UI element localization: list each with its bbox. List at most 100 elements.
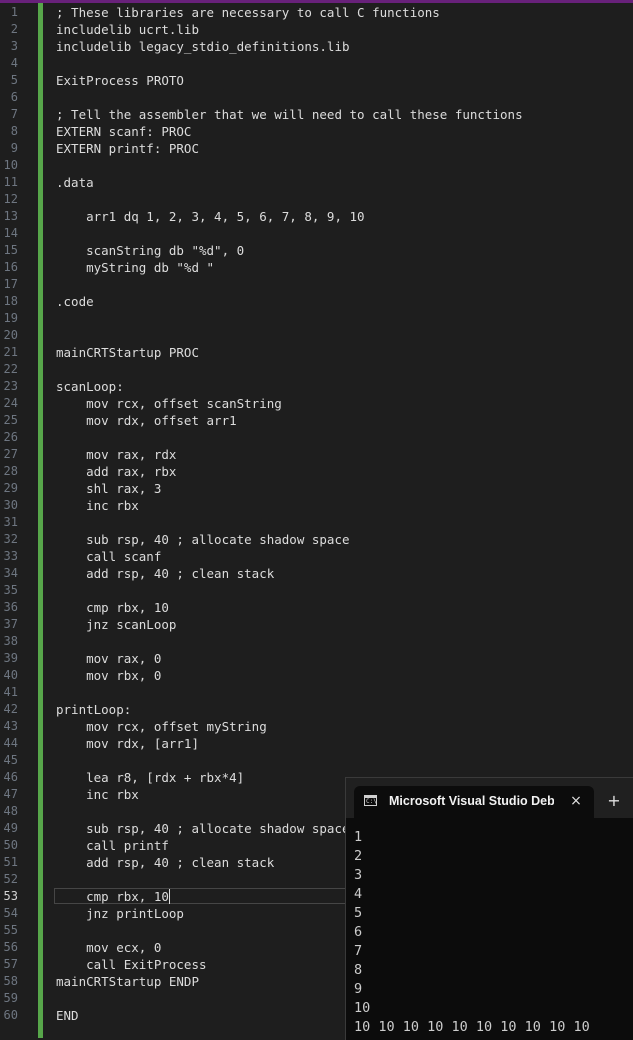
- code-line[interactable]: 30 inc rbx: [0, 497, 633, 514]
- code-line[interactable]: 21 mainCRTStartup PROC: [0, 344, 633, 361]
- code-text[interactable]: mov rdx, [arr1]: [56, 735, 199, 752]
- code-text[interactable]: mov rax, rdx: [56, 446, 176, 463]
- code-text[interactable]: inc rbx: [56, 786, 139, 803]
- code-line[interactable]: 32 sub rsp, 40 ; allocate shadow space: [0, 531, 633, 548]
- code-line[interactable]: 38: [0, 633, 633, 650]
- code-text[interactable]: cmp rbx, 10: [56, 888, 169, 905]
- console-output-line: 10: [354, 1000, 371, 1016]
- code-text[interactable]: mov ecx, 0: [56, 939, 161, 956]
- debug-console-tab[interactable]: C:\ Microsoft Visual Studio Debug Consol…: [354, 786, 594, 818]
- code-text[interactable]: myString db "%d ": [56, 259, 214, 276]
- code-line[interactable]: 11 .data: [0, 174, 633, 191]
- code-text[interactable]: call scanf: [56, 548, 161, 565]
- code-text[interactable]: mov rcx, offset myString: [56, 718, 267, 735]
- code-text[interactable]: add rax, rbx: [56, 463, 176, 480]
- code-line[interactable]: 8 EXTERN scanf: PROC: [0, 123, 633, 140]
- code-line[interactable]: 29 shl rax, 3: [0, 480, 633, 497]
- code-line[interactable]: 16 myString db "%d ": [0, 259, 633, 276]
- code-line[interactable]: 28 add rax, rbx: [0, 463, 633, 480]
- code-line[interactable]: 19: [0, 310, 633, 327]
- code-text[interactable]: ; These libraries are necessary to call …: [56, 4, 440, 21]
- code-line[interactable]: 26: [0, 429, 633, 446]
- code-text[interactable]: sub rsp, 40 ; allocate shadow space: [56, 531, 349, 548]
- code-text[interactable]: mainCRTStartup ENDP: [56, 973, 199, 990]
- code-text[interactable]: includelib legacy_stdio_definitions.lib: [56, 38, 350, 55]
- line-number: 31: [3, 515, 18, 529]
- code-line[interactable]: 39 mov rax, 0: [0, 650, 633, 667]
- code-text[interactable]: call printf: [56, 837, 169, 854]
- code-text[interactable]: EXTERN scanf: PROC: [56, 123, 191, 140]
- code-text[interactable]: sub rsp, 40 ; allocate shadow space: [56, 820, 349, 837]
- code-text[interactable]: ExitProcess PROTO: [56, 72, 184, 89]
- code-line[interactable]: 35: [0, 582, 633, 599]
- code-line[interactable]: 17: [0, 276, 633, 293]
- code-line[interactable]: 9 EXTERN printf: PROC: [0, 140, 633, 157]
- code-line[interactable]: 6: [0, 89, 633, 106]
- line-number: 27: [3, 447, 18, 461]
- code-line[interactable]: 1 ; These libraries are necessary to call…: [0, 4, 633, 21]
- code-text[interactable]: jnz printLoop: [56, 905, 184, 922]
- code-line[interactable]: 13 arr1 dq 1, 2, 3, 4, 5, 6, 7, 8, 9, 10: [0, 208, 633, 225]
- code-line[interactable]: 36 cmp rbx, 10: [0, 599, 633, 616]
- console-output-line: 3: [354, 867, 363, 883]
- debug-console-window[interactable]: C:\ Microsoft Visual Studio Debug Consol…: [345, 777, 633, 1040]
- code-text[interactable]: inc rbx: [56, 497, 139, 514]
- code-line[interactable]: 15 scanString db "%d", 0: [0, 242, 633, 259]
- code-text[interactable]: cmp rbx, 10: [56, 599, 169, 616]
- code-text[interactable]: printLoop:: [56, 701, 131, 718]
- code-line[interactable]: 23 scanLoop:: [0, 378, 633, 395]
- code-line[interactable]: 33 call scanf: [0, 548, 633, 565]
- code-line[interactable]: 7 ; Tell the assembler that we will need …: [0, 106, 633, 123]
- code-line[interactable]: 42 printLoop:: [0, 701, 633, 718]
- code-text[interactable]: arr1 dq 1, 2, 3, 4, 5, 6, 7, 8, 9, 10: [56, 208, 364, 225]
- code-line[interactable]: 41: [0, 684, 633, 701]
- code-line[interactable]: 31: [0, 514, 633, 531]
- line-number: 35: [3, 583, 18, 597]
- code-line[interactable]: 3 includelib legacy_stdio_definitions.lib: [0, 38, 633, 55]
- code-text[interactable]: scanString db "%d", 0: [56, 242, 244, 259]
- close-tab-icon[interactable]: ×: [566, 791, 586, 811]
- code-line[interactable]: 12: [0, 191, 633, 208]
- code-text[interactable]: scanLoop:: [56, 378, 124, 395]
- code-text[interactable]: mov rbx, 0: [56, 667, 161, 684]
- code-line[interactable]: 40 mov rbx, 0: [0, 667, 633, 684]
- code-text[interactable]: mov rcx, offset scanString: [56, 395, 282, 412]
- code-text[interactable]: ; Tell the assembler that we will need t…: [56, 106, 523, 123]
- code-text[interactable]: jnz scanLoop: [56, 616, 176, 633]
- code-text[interactable]: includelib ucrt.lib: [56, 21, 199, 38]
- code-line[interactable]: 5 ExitProcess PROTO: [0, 72, 633, 89]
- code-text[interactable]: mov rdx, offset arr1: [56, 412, 237, 429]
- code-line[interactable]: 27 mov rax, rdx: [0, 446, 633, 463]
- code-text[interactable]: add rsp, 40 ; clean stack: [56, 565, 274, 582]
- code-text[interactable]: call ExitProcess: [56, 956, 206, 973]
- line-number: 12: [3, 192, 18, 206]
- code-text[interactable]: mov rax, 0: [56, 650, 161, 667]
- code-line[interactable]: 4: [0, 55, 633, 72]
- code-line[interactable]: 14: [0, 225, 633, 242]
- code-line[interactable]: 22: [0, 361, 633, 378]
- code-text[interactable]: mainCRTStartup PROC: [56, 344, 199, 361]
- code-text[interactable]: lea r8, [rdx + rbx*4]: [56, 769, 244, 786]
- code-text[interactable]: add rsp, 40 ; clean stack: [56, 854, 274, 871]
- line-number: 24: [3, 396, 18, 410]
- code-line[interactable]: 45: [0, 752, 633, 769]
- code-line[interactable]: 34 add rsp, 40 ; clean stack: [0, 565, 633, 582]
- code-text[interactable]: .data: [56, 174, 94, 191]
- code-line[interactable]: 25 mov rdx, offset arr1: [0, 412, 633, 429]
- code-line[interactable]: 37 jnz scanLoop: [0, 616, 633, 633]
- code-line[interactable]: 44 mov rdx, [arr1]: [0, 735, 633, 752]
- code-line[interactable]: 43 mov rcx, offset myString: [0, 718, 633, 735]
- line-number: 47: [3, 787, 18, 801]
- code-line[interactable]: 18 .code: [0, 293, 633, 310]
- code-line[interactable]: 10: [0, 157, 633, 174]
- code-text[interactable]: EXTERN printf: PROC: [56, 140, 199, 157]
- line-number: 39: [3, 651, 18, 665]
- console-output: 1 2 3 4 5 6 7 8 9 10 10 10 10 10 10 10 10 10 10 10: [354, 828, 590, 1037]
- code-text[interactable]: .code: [56, 293, 94, 310]
- code-line[interactable]: 2 includelib ucrt.lib: [0, 21, 633, 38]
- new-tab-icon[interactable]: +: [604, 791, 624, 811]
- code-line[interactable]: 20: [0, 327, 633, 344]
- code-text[interactable]: shl rax, 3: [56, 480, 161, 497]
- code-text[interactable]: END: [56, 1007, 79, 1024]
- code-line[interactable]: 24 mov rcx, offset scanString: [0, 395, 633, 412]
